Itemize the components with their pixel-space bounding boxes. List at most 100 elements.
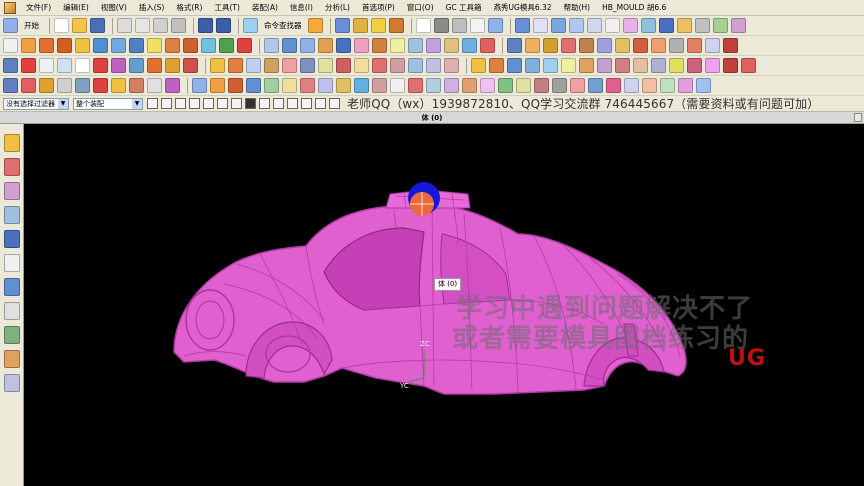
orient-view-icon[interactable] — [487, 18, 503, 33]
subtract-icon[interactable] — [183, 38, 198, 53]
new-file-icon[interactable] — [54, 18, 69, 33]
show-icon[interactable] — [712, 18, 728, 33]
perspective-icon[interactable] — [586, 18, 602, 33]
process-studio-tab-icon[interactable] — [3, 326, 20, 344]
intersection-curve-icon[interactable] — [111, 78, 126, 93]
arc-icon[interactable] — [21, 58, 36, 73]
menu-file[interactable]: 文件(F) — [20, 0, 57, 16]
isoparametric-curve-icon[interactable] — [165, 78, 180, 93]
parting-icon[interactable] — [525, 38, 540, 53]
menu-assembly[interactable]: 装配(A) — [246, 0, 284, 16]
visual-effects-icon[interactable] — [660, 78, 675, 93]
patch-icon[interactable] — [444, 58, 459, 73]
assembly-navigator-icon[interactable] — [444, 78, 459, 93]
menu-insert[interactable]: 插入(S) — [133, 0, 171, 16]
new-parent-icon[interactable] — [408, 78, 423, 93]
clock-icon[interactable] — [3, 278, 20, 296]
layer-settings-icon[interactable] — [415, 18, 431, 33]
hole-icon[interactable] — [57, 38, 72, 53]
electrode-icon[interactable] — [651, 38, 666, 53]
divide-curve-icon[interactable] — [39, 78, 54, 93]
replace-face-icon[interactable] — [390, 38, 405, 53]
radial-dimension-icon[interactable] — [669, 58, 684, 73]
intersect-icon[interactable] — [201, 38, 216, 53]
reuse-library-tab-icon[interactable] — [3, 206, 20, 224]
project-curve-icon[interactable] — [147, 58, 162, 73]
make-tangent-icon[interactable] — [561, 58, 576, 73]
offset-surface-icon[interactable] — [390, 58, 405, 73]
cut-icon[interactable] — [117, 18, 132, 33]
add-component-icon[interactable] — [210, 78, 225, 93]
menu-help[interactable]: 帮助(H) — [558, 0, 597, 16]
extract-curve-icon[interactable] — [147, 78, 162, 93]
static-wireframe-icon[interactable] — [640, 18, 656, 33]
face-blend-icon[interactable] — [372, 58, 387, 73]
extension-icon[interactable] — [336, 58, 351, 73]
revolve-icon[interactable] — [39, 38, 54, 53]
existing-point-icon[interactable] — [287, 98, 298, 109]
edge-blend-icon[interactable] — [264, 38, 279, 53]
web-browser-tab-icon[interactable] — [3, 230, 20, 248]
datum-axis-icon[interactable] — [237, 38, 252, 53]
measure-icon[interactable] — [370, 18, 386, 33]
menu-tools[interactable]: 工具(T) — [208, 0, 245, 16]
menu-preferences[interactable]: 首选项(P) — [356, 0, 401, 16]
selection-filter-dropdown[interactable]: 没有选择过滤器 ▼ — [3, 97, 69, 110]
cooling-icon[interactable] — [597, 38, 612, 53]
mold-wizard-icon[interactable] — [507, 38, 522, 53]
ejector-icon[interactable] — [579, 38, 594, 53]
bridge-curve-icon[interactable] — [165, 58, 180, 73]
point-on-face-icon[interactable] — [315, 98, 326, 109]
sphere-icon[interactable] — [147, 38, 162, 53]
start-button[interactable]: 开始 — [21, 18, 42, 33]
move-to-layer-icon[interactable] — [451, 18, 467, 33]
roles-icon[interactable] — [498, 78, 513, 93]
text-icon[interactable] — [75, 58, 90, 73]
chamfer-curve-icon[interactable] — [93, 78, 108, 93]
bom-icon[interactable] — [687, 38, 702, 53]
rotate-icon[interactable] — [550, 18, 566, 33]
enlarge-icon[interactable] — [426, 58, 441, 73]
zoom-icon[interactable] — [532, 18, 548, 33]
n-sided-icon[interactable] — [300, 58, 315, 73]
mirror-assembly-icon[interactable] — [354, 78, 369, 93]
trim-curve-icon[interactable] — [21, 78, 36, 93]
edit-object-icon[interactable] — [334, 18, 350, 33]
intersection-point-icon[interactable] — [245, 98, 256, 109]
make-symmetric-icon[interactable] — [579, 58, 594, 73]
thicken-icon[interactable] — [462, 38, 477, 53]
pocket-icon[interactable] — [669, 38, 684, 53]
menu-yanxiu-mold[interactable]: 燕秀UG模具6.32 — [488, 0, 558, 16]
layer-visible-icon[interactable] — [433, 18, 449, 33]
bounded-plane-icon[interactable] — [282, 58, 297, 73]
datum-plane-icon[interactable] — [219, 38, 234, 53]
point-on-curve-icon[interactable] — [301, 98, 312, 109]
cone-icon[interactable] — [129, 38, 144, 53]
menu-analysis[interactable]: 分析(L) — [319, 0, 356, 16]
trim-body-icon[interactable] — [336, 38, 351, 53]
mold-base-icon[interactable] — [543, 38, 558, 53]
system-materials-tab-icon[interactable] — [3, 302, 20, 320]
menu-info[interactable]: 信息(I) — [284, 0, 319, 16]
linear-dimension-icon[interactable] — [633, 58, 648, 73]
mold-tools-icon[interactable] — [723, 38, 738, 53]
angular-dimension-icon[interactable] — [651, 58, 666, 73]
through-curves-icon[interactable] — [210, 58, 225, 73]
background-icon[interactable] — [588, 78, 603, 93]
deselect-all-icon[interactable] — [161, 98, 172, 109]
synchronous-move-icon[interactable] — [471, 58, 486, 73]
rectangle-icon[interactable] — [39, 58, 54, 73]
shaded-icon[interactable] — [604, 18, 620, 33]
undo-icon[interactable] — [198, 18, 213, 33]
swept-icon[interactable] — [246, 58, 261, 73]
explode-icon[interactable] — [282, 78, 297, 93]
block-icon[interactable] — [93, 38, 108, 53]
section-curve-icon[interactable] — [129, 78, 144, 93]
paste-face-icon[interactable] — [723, 58, 738, 73]
snap-point-icon[interactable] — [189, 98, 200, 109]
mirror-icon[interactable] — [444, 38, 459, 53]
trimmed-sheet-icon[interactable] — [354, 58, 369, 73]
draft-icon[interactable] — [318, 38, 333, 53]
pull-face-icon[interactable] — [489, 58, 504, 73]
control-point-icon[interactable] — [231, 98, 242, 109]
